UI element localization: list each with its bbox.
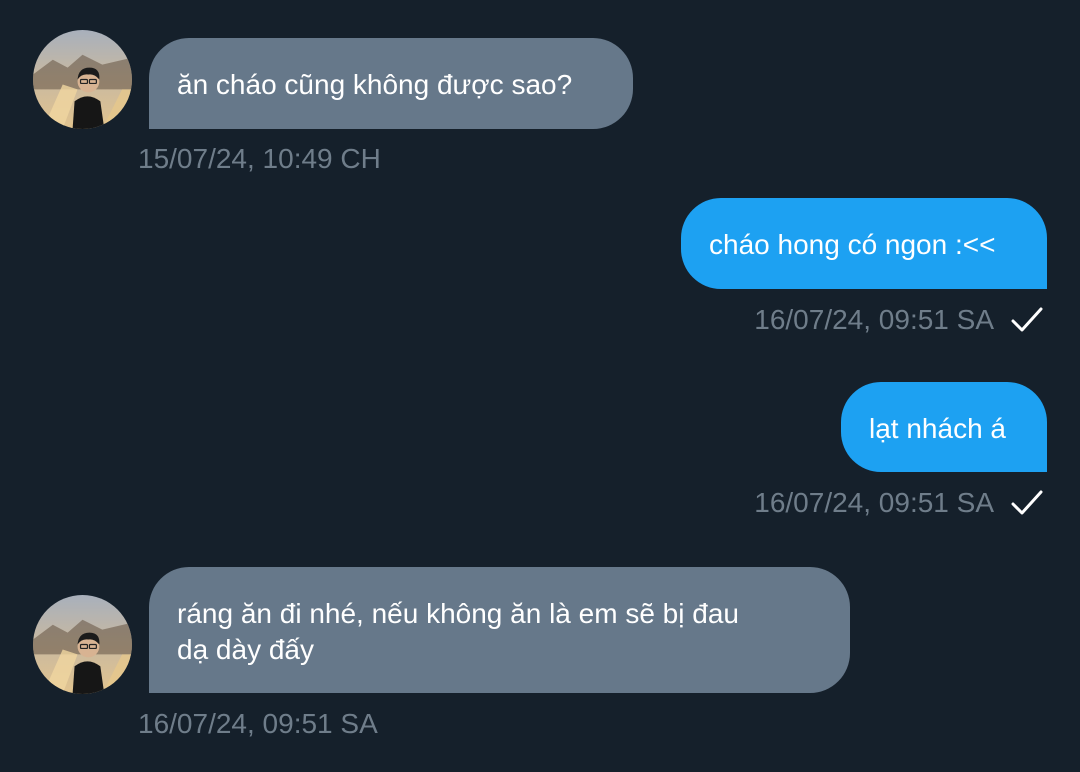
message-status-row: 16/07/24, 09:51 SA (754, 486, 1044, 520)
message-timestamp: 16/07/24, 09:51 SA (754, 304, 994, 335)
avatar-photo (33, 30, 132, 129)
message-bubble-incoming[interactable]: ăn cháo cũng không được sao? (149, 38, 633, 129)
check-icon (1011, 490, 1043, 515)
message-timestamp: 16/07/24, 09:51 SA (138, 708, 378, 739)
message-timestamp: 16/07/24, 09:51 SA (754, 487, 994, 518)
message-bubble-outgoing[interactable]: lạt nhách á (841, 382, 1047, 472)
avatar[interactable] (33, 30, 132, 129)
avatar-photo (33, 595, 132, 694)
message-bubble-outgoing[interactable]: cháo hong có ngon :<< (681, 198, 1047, 289)
avatar[interactable] (33, 595, 132, 694)
message-status-row: 16/07/24, 09:51 SA (754, 303, 1044, 337)
message-bubble-incoming[interactable]: ráng ăn đi nhé, nếu không ăn là em sẽ bị… (149, 567, 850, 693)
check-icon (1011, 307, 1043, 332)
message-timestamp: 15/07/24, 10:49 CH (138, 143, 381, 174)
